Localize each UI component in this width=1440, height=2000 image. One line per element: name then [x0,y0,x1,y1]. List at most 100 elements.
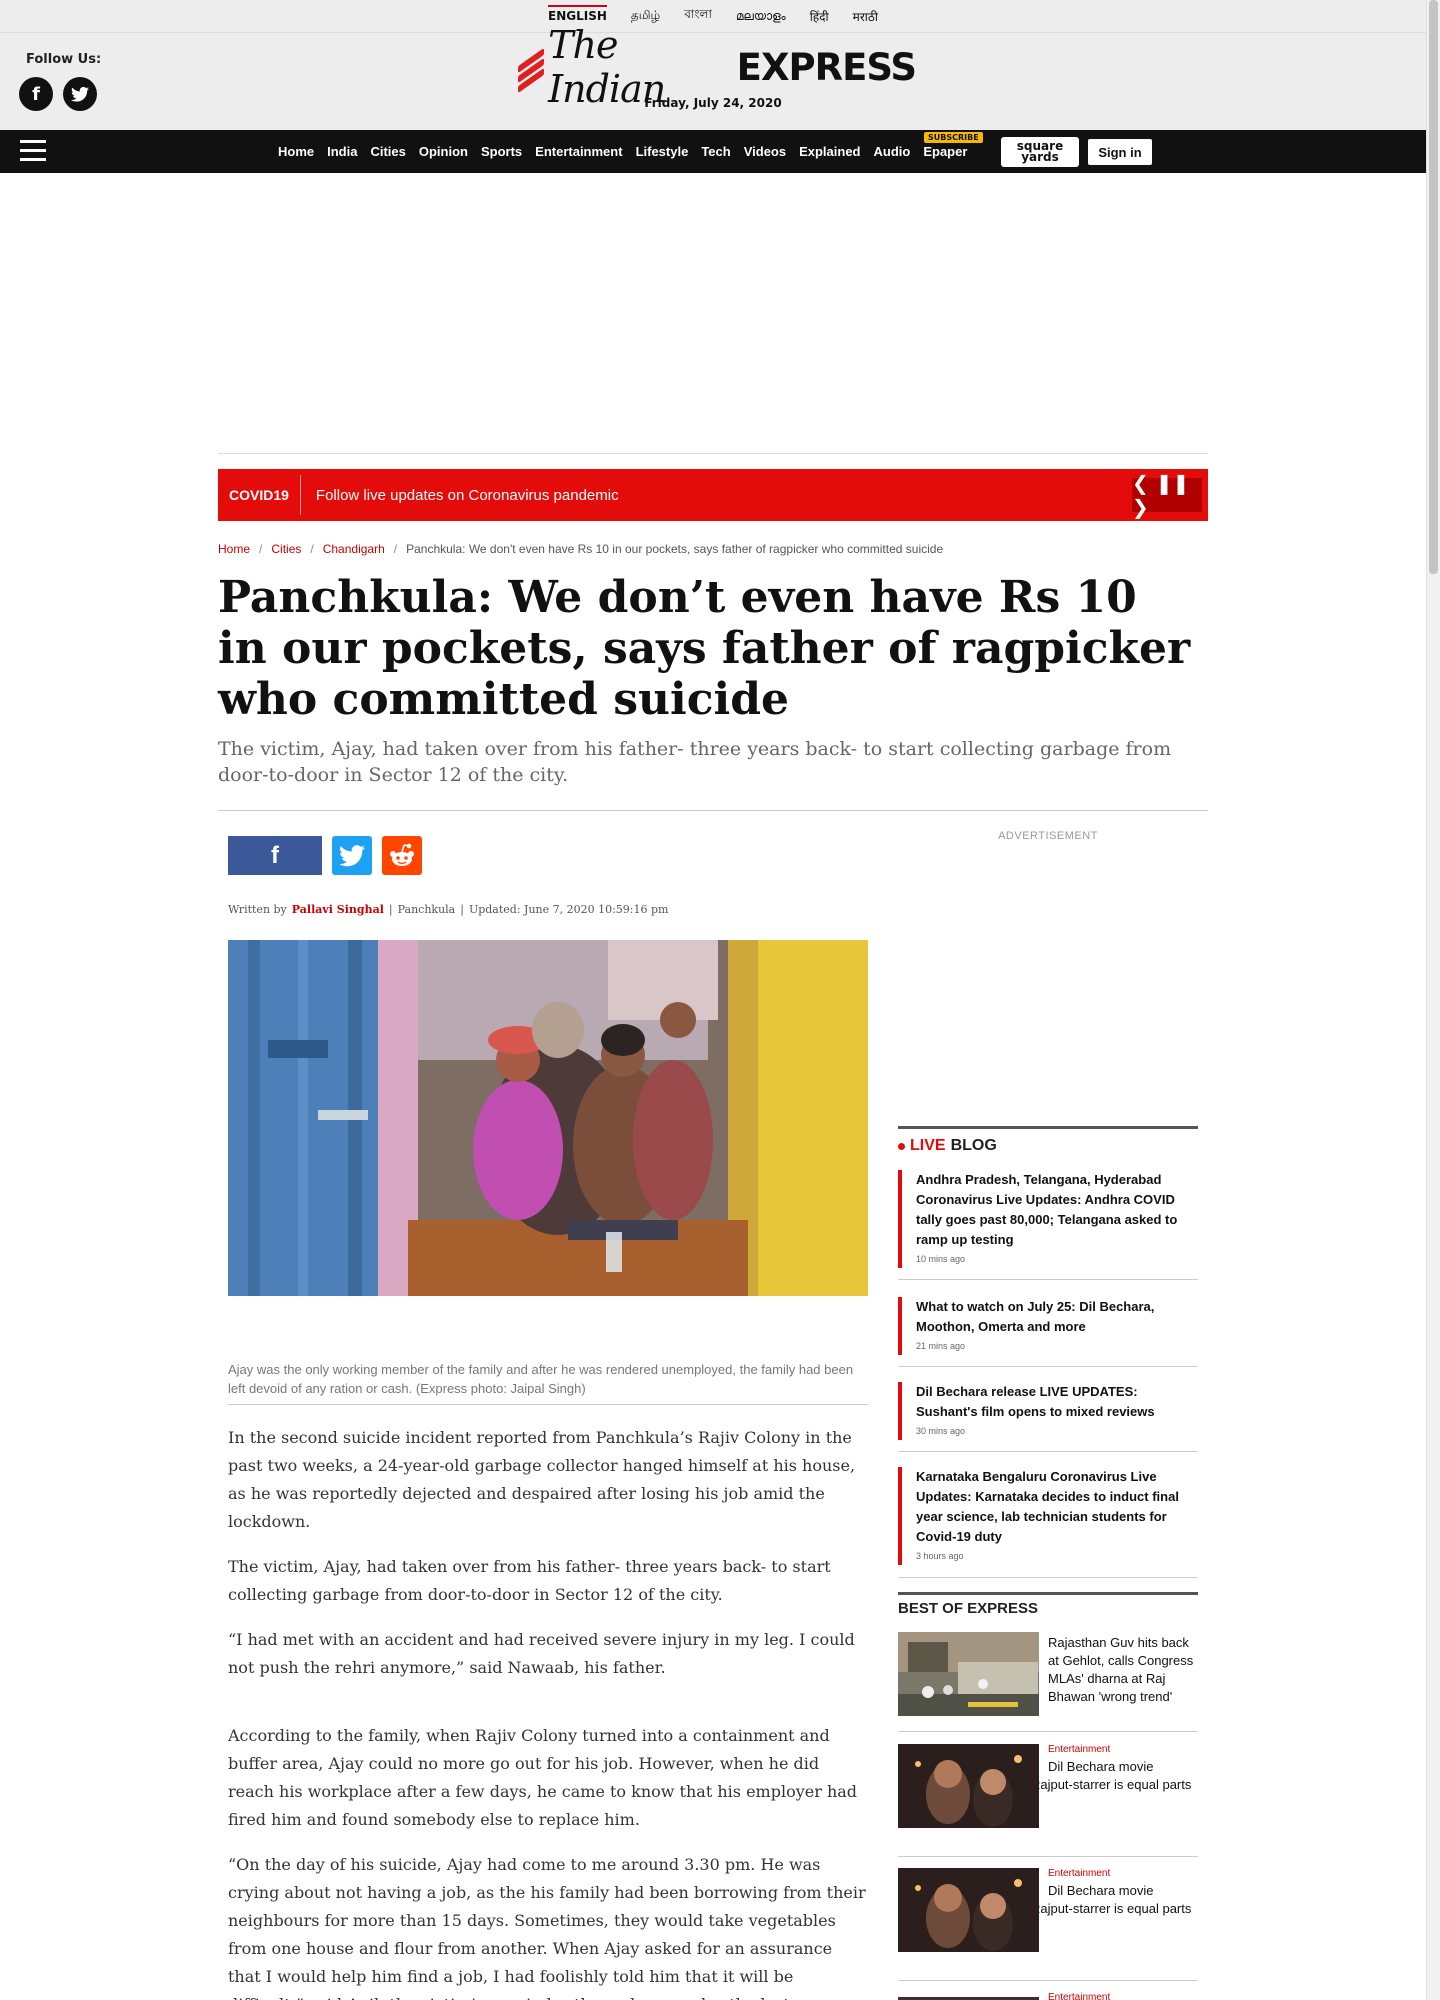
hero-photo-graphic [228,940,868,1296]
live-blog-item[interactable]: What to watch on July 25: Dil Bechara, M… [898,1297,1198,1367]
breadcrumb-separator: / [310,542,314,556]
current-date: Friday, July 24, 2020 [644,96,782,110]
divider [218,453,1208,454]
twitter-share-button[interactable] [332,836,372,875]
lang-hindi[interactable]: हिंदी [810,4,829,29]
covid-banner[interactable]: COVID19 Follow live updates on Coronavir… [218,469,1208,521]
live-item-accent [898,1467,902,1565]
article-paragraph: In the second suicide incident reported … [228,1428,856,1531]
live-dot-icon [898,1142,905,1150]
best-of-category[interactable]: Entertainment [1048,1744,1110,1755]
breadcrumb: Home / Cities / Chandigarh / Panchkula: … [218,542,943,556]
image-caption: Ajay was the only working member of the … [228,1362,854,1396]
byline-updated: Updated: June 7, 2020 10:59:16 pm [468,903,669,916]
nav-sports[interactable]: Sports [481,144,522,159]
breadcrumb-home[interactable]: Home [218,542,250,556]
logo-text-part2: EXPRESS [736,45,917,89]
scrollbar-thumb[interactable] [1429,0,1438,574]
divider [218,810,1208,811]
facebook-icon: f [271,841,279,869]
nav-explained[interactable]: Explained [799,144,860,159]
live-item-title[interactable]: Karnataka Bengaluru Coronavirus Live Upd… [916,1467,1198,1547]
live-item-time: 30 mins ago [916,1426,966,1436]
article-headline: Panchkula: We don’t even have Rs 10 in o… [218,572,1191,725]
hamburger-menu-icon[interactable] [20,140,46,162]
covid-tag: COVID19 [218,475,301,515]
blog-label: BLOG [950,1137,997,1154]
live-blog-item[interactable]: Dil Bechara release LIVE UPDATES: Sushan… [898,1382,1198,1452]
live-item-title[interactable]: Dil Bechara release LIVE UPDATES: Sushan… [916,1382,1198,1422]
nav-tech[interactable]: Tech [701,144,730,159]
article-standfirst: The victim, Ajay, had taken over from hi… [218,738,1172,786]
live-item-accent [898,1170,902,1268]
article-paragraph: “On the day of his suicide, Ajay had com… [228,1855,866,2000]
site-logo[interactable]: The Indian EXPRESS [512,23,917,111]
best-of-item[interactable]: Entertainment Dil Bechara movie review: … [898,1868,1198,1981]
live-label: LIVE [910,1137,946,1154]
subscribe-badge[interactable]: SUBSCRIBE [924,132,983,143]
best-of-category[interactable]: Entertainment [1048,1992,1110,2000]
breadcrumb-separator: / [393,542,398,556]
square-yards-logo[interactable]: square yards [1001,137,1079,167]
live-blog-item[interactable]: Andhra Pradesh, Telangana, Hyderabad Cor… [898,1170,1198,1280]
byline-prefix: Written by [228,903,287,916]
twitter-icon [339,844,365,866]
lang-malayalam[interactable]: മലയാളം [736,5,786,28]
live-item-accent [898,1382,902,1440]
byline-separator: | [460,903,464,916]
live-item-time: 10 mins ago [916,1254,966,1264]
search-icon[interactable] [1386,270,1408,292]
covid-message[interactable]: Follow live updates on Coronavirus pande… [301,487,619,504]
follow-us-label: Follow Us: [26,52,102,67]
breadcrumb-separator: / [259,542,263,556]
best-of-thumbnail[interactable] [898,1868,1039,1952]
logo-mark-icon [512,45,544,94]
article-hero-image[interactable] [228,940,868,1296]
advertisement-label: ADVERTISEMENT [998,830,1098,842]
best-of-item[interactable]: Entertainment [898,1992,1198,2000]
article-body: In the second suicide incident reported … [228,1424,868,2000]
byline: Written by Pallavi Singhal | Panchkula |… [228,903,668,916]
lang-marathi[interactable]: मराठी [853,4,878,29]
reddit-share-button[interactable] [382,836,422,875]
sign-in-button[interactable]: Sign in [1088,139,1152,165]
article-paragraph: According to the family, when Rajiv Colo… [228,1726,858,1829]
live-item-time: 21 mins ago [916,1341,966,1351]
nav-cities[interactable]: Cities [370,144,405,159]
best-of-item[interactable]: Entertainment Dil Bechara movie review: … [898,1744,1198,1857]
nav-lifestyle[interactable]: Lifestyle [636,144,689,159]
nav-audio[interactable]: Audio [874,144,911,159]
best-of-thumbnail[interactable] [898,1632,1039,1716]
live-item-title[interactable]: What to watch on July 25: Dil Bechara, M… [916,1297,1198,1337]
main-nav: Home India Cities Opinion Sports Enterta… [0,130,1426,291]
nav-india[interactable]: India [327,144,357,159]
article-paragraph: The victim, Ajay, had taken over from hi… [228,1557,831,1604]
divider [228,1404,868,1405]
live-item-accent [898,1297,902,1355]
breadcrumb-cities[interactable]: Cities [271,542,301,556]
byline-location: Panchkula [397,903,456,916]
nav-opinion[interactable]: Opinion [419,144,468,159]
article-paragraph: “I had met with an accident and had rece… [228,1630,855,1677]
live-blog-header: LIVE BLOG [898,1126,1198,1155]
best-of-express-header: BEST OF EXPRESS [898,1592,1198,1617]
best-of-category[interactable]: Entertainment [1048,1868,1110,1879]
live-blog-item[interactable]: Karnataka Bengaluru Coronavirus Live Upd… [898,1467,1198,1578]
nav-epaper[interactable]: Epaper [923,144,967,159]
byline-separator: | [388,903,393,916]
author-link[interactable]: Pallavi Singhal [292,903,384,916]
best-of-item[interactable]: Rajasthan Guv hits back at Gehlot, calls… [898,1632,1198,1732]
best-of-thumbnail[interactable] [898,1744,1039,1828]
breadcrumb-current: Panchkula: We don't even have Rs 10 in o… [406,542,944,556]
ticker-controls[interactable]: ❮ ❚❚ ❯ [1132,471,1202,519]
best-of-thumbnail[interactable] [898,1992,1039,2000]
nav-home[interactable]: Home [278,144,314,159]
nav-entertainment[interactable]: Entertainment [535,144,622,159]
nav-videos[interactable]: Videos [744,144,786,159]
live-item-time: 3 hours ago [916,1551,964,1561]
breadcrumb-chandigarh[interactable]: Chandigarh [323,542,385,556]
facebook-share-button[interactable]: f [228,836,322,875]
live-item-title[interactable]: Andhra Pradesh, Telangana, Hyderabad Cor… [916,1170,1198,1250]
page-scrollbar[interactable] [1426,0,1440,2000]
nav-links: Home India Cities Opinion Sports Enterta… [278,130,967,173]
